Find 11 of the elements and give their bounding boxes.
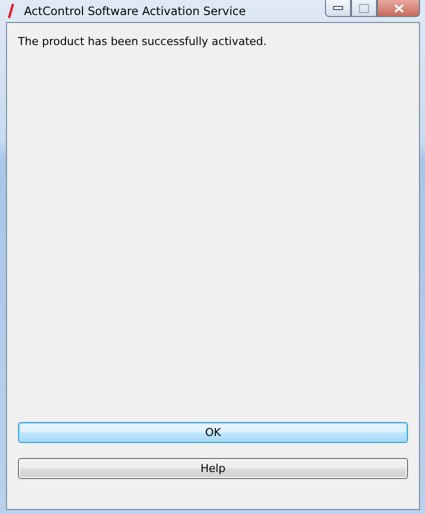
status-message: The product has been successfully activated.: [18, 35, 268, 48]
minimize-icon: [333, 6, 343, 10]
close-icon: [394, 4, 404, 12]
maximize-icon: [359, 4, 369, 12]
app-logo-icon: [8, 3, 14, 19]
close-button[interactable]: [377, 0, 420, 17]
minimize-button[interactable]: [325, 0, 351, 17]
ok-button[interactable]: OK: [18, 422, 408, 443]
maximize-button[interactable]: [351, 0, 377, 17]
help-button[interactable]: Help: [18, 458, 408, 479]
window-title: ActControl Software Activation Service: [24, 4, 247, 18]
